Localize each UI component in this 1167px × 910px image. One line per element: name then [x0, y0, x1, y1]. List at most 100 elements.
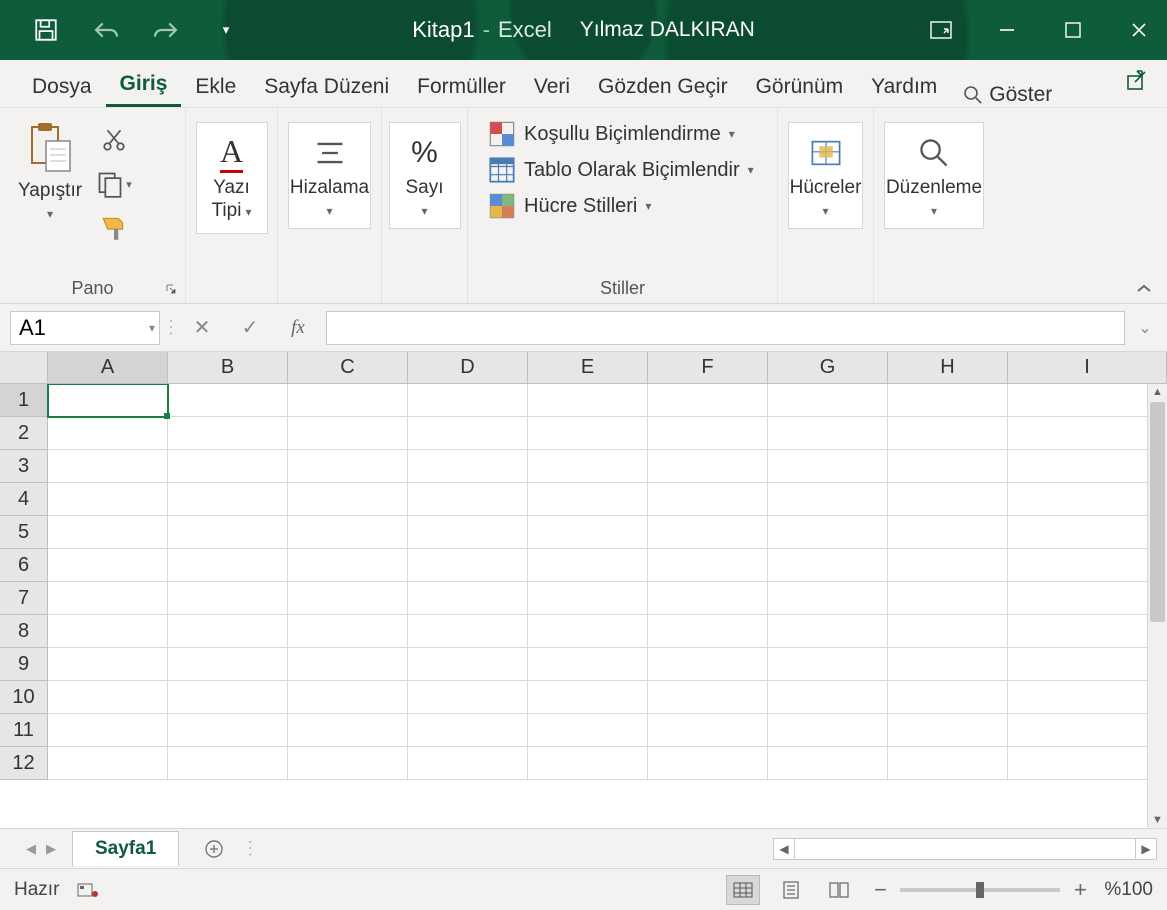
- cell-D6[interactable]: [408, 549, 528, 582]
- scroll-down-button[interactable]: ▼: [1148, 812, 1167, 828]
- collapse-ribbon-button[interactable]: [1135, 283, 1153, 295]
- tab-gozden-gecir[interactable]: Gözden Geçir: [584, 65, 742, 107]
- vertical-scroll-thumb[interactable]: [1150, 402, 1165, 622]
- zoom-level[interactable]: %100: [1104, 879, 1153, 901]
- tab-split-handle[interactable]: ⋮: [229, 838, 271, 859]
- cell-F9[interactable]: [648, 648, 768, 681]
- cell-A10[interactable]: [48, 681, 168, 714]
- cell-C8[interactable]: [288, 615, 408, 648]
- tab-formuller[interactable]: Formüller: [403, 65, 520, 107]
- cell-H7[interactable]: [888, 582, 1008, 615]
- cell-B3[interactable]: [168, 450, 288, 483]
- cell-B12[interactable]: [168, 747, 288, 780]
- cell-D9[interactable]: [408, 648, 528, 681]
- formula-input[interactable]: [326, 311, 1125, 345]
- cell-B9[interactable]: [168, 648, 288, 681]
- cell-H3[interactable]: [888, 450, 1008, 483]
- cell-I3[interactable]: [1008, 450, 1167, 483]
- zoom-slider[interactable]: − +: [870, 877, 1090, 903]
- close-button[interactable]: [1121, 12, 1157, 48]
- column-header-c[interactable]: C: [288, 352, 408, 383]
- cell-I10[interactable]: [1008, 681, 1167, 714]
- undo-button[interactable]: [90, 14, 122, 46]
- cell-D11[interactable]: [408, 714, 528, 747]
- cell-F4[interactable]: [648, 483, 768, 516]
- column-header-f[interactable]: F: [648, 352, 768, 383]
- normal-view-button[interactable]: [726, 875, 760, 905]
- column-header-d[interactable]: D: [408, 352, 528, 383]
- cell-C1[interactable]: [288, 384, 408, 417]
- cell-A3[interactable]: [48, 450, 168, 483]
- zoom-thumb[interactable]: [976, 882, 984, 898]
- cell-G4[interactable]: [768, 483, 888, 516]
- cell-F12[interactable]: [648, 747, 768, 780]
- qat-customize-button[interactable]: ▾: [210, 14, 242, 46]
- tab-yardim[interactable]: Yardım: [857, 65, 951, 107]
- save-button[interactable]: [30, 14, 62, 46]
- cell-G11[interactable]: [768, 714, 888, 747]
- cell-H8[interactable]: [888, 615, 1008, 648]
- share-button[interactable]: [1125, 68, 1149, 92]
- column-header-a[interactable]: A: [48, 352, 168, 383]
- horizontal-scroll-track[interactable]: [795, 838, 1135, 860]
- name-box-dropdown[interactable]: ▾: [149, 321, 155, 335]
- cancel-formula-button[interactable]: ✕: [182, 313, 222, 343]
- row-header-11[interactable]: 11: [0, 714, 48, 747]
- cell-E2[interactable]: [528, 417, 648, 450]
- cell-D12[interactable]: [408, 747, 528, 780]
- page-break-view-button[interactable]: [822, 875, 856, 905]
- cell-A7[interactable]: [48, 582, 168, 615]
- cell-E5[interactable]: [528, 516, 648, 549]
- column-header-b[interactable]: B: [168, 352, 288, 383]
- cell-D7[interactable]: [408, 582, 528, 615]
- cell-I7[interactable]: [1008, 582, 1167, 615]
- horizontal-scrollbar[interactable]: ◀ ▶: [773, 838, 1157, 860]
- editing-button[interactable]: Düzenleme ▾: [884, 122, 984, 229]
- cell-B8[interactable]: [168, 615, 288, 648]
- cell-A5[interactable]: [48, 516, 168, 549]
- row-header-1[interactable]: 1: [0, 384, 48, 417]
- row-header-8[interactable]: 8: [0, 615, 48, 648]
- cell-A8[interactable]: [48, 615, 168, 648]
- tab-sayfa-duzeni[interactable]: Sayfa Düzeni: [250, 65, 403, 107]
- sheet-nav-prev[interactable]: ◀: [26, 841, 36, 857]
- cell-A4[interactable]: [48, 483, 168, 516]
- tell-me-search[interactable]: Göster: [963, 83, 1052, 107]
- format-as-table-button[interactable]: Tablo Olarak Biçimlendir ▾: [488, 156, 754, 184]
- cell-G7[interactable]: [768, 582, 888, 615]
- redo-button[interactable]: [150, 14, 182, 46]
- zoom-in-button[interactable]: +: [1070, 877, 1090, 903]
- cell-H6[interactable]: [888, 549, 1008, 582]
- cell-F6[interactable]: [648, 549, 768, 582]
- cell-G8[interactable]: [768, 615, 888, 648]
- cell-E8[interactable]: [528, 615, 648, 648]
- cell-E6[interactable]: [528, 549, 648, 582]
- cell-H5[interactable]: [888, 516, 1008, 549]
- row-header-7[interactable]: 7: [0, 582, 48, 615]
- ribbon-display-options-button[interactable]: [923, 12, 959, 48]
- cell-B10[interactable]: [168, 681, 288, 714]
- minimize-button[interactable]: [989, 12, 1025, 48]
- format-painter-button[interactable]: [96, 210, 132, 246]
- scroll-right-button[interactable]: ▶: [1135, 838, 1157, 860]
- cell-D4[interactable]: [408, 483, 528, 516]
- cell-F5[interactable]: [648, 516, 768, 549]
- cell-E1[interactable]: [528, 384, 648, 417]
- cell-D2[interactable]: [408, 417, 528, 450]
- cell-B4[interactable]: [168, 483, 288, 516]
- add-sheet-button[interactable]: [199, 834, 229, 864]
- vertical-scrollbar[interactable]: ▲ ▼: [1147, 384, 1167, 828]
- cell-G6[interactable]: [768, 549, 888, 582]
- tab-veri[interactable]: Veri: [520, 65, 584, 107]
- tab-dosya[interactable]: Dosya: [18, 65, 106, 107]
- cell-A11[interactable]: [48, 714, 168, 747]
- cell-C3[interactable]: [288, 450, 408, 483]
- cell-C4[interactable]: [288, 483, 408, 516]
- conditional-formatting-button[interactable]: Koşullu Biçimlendirme ▾: [488, 120, 754, 148]
- sheet-nav[interactable]: ◀ ▶: [10, 841, 72, 857]
- cell-F11[interactable]: [648, 714, 768, 747]
- cell-A6[interactable]: [48, 549, 168, 582]
- cell-C10[interactable]: [288, 681, 408, 714]
- cell-H11[interactable]: [888, 714, 1008, 747]
- scroll-up-button[interactable]: ▲: [1148, 384, 1167, 400]
